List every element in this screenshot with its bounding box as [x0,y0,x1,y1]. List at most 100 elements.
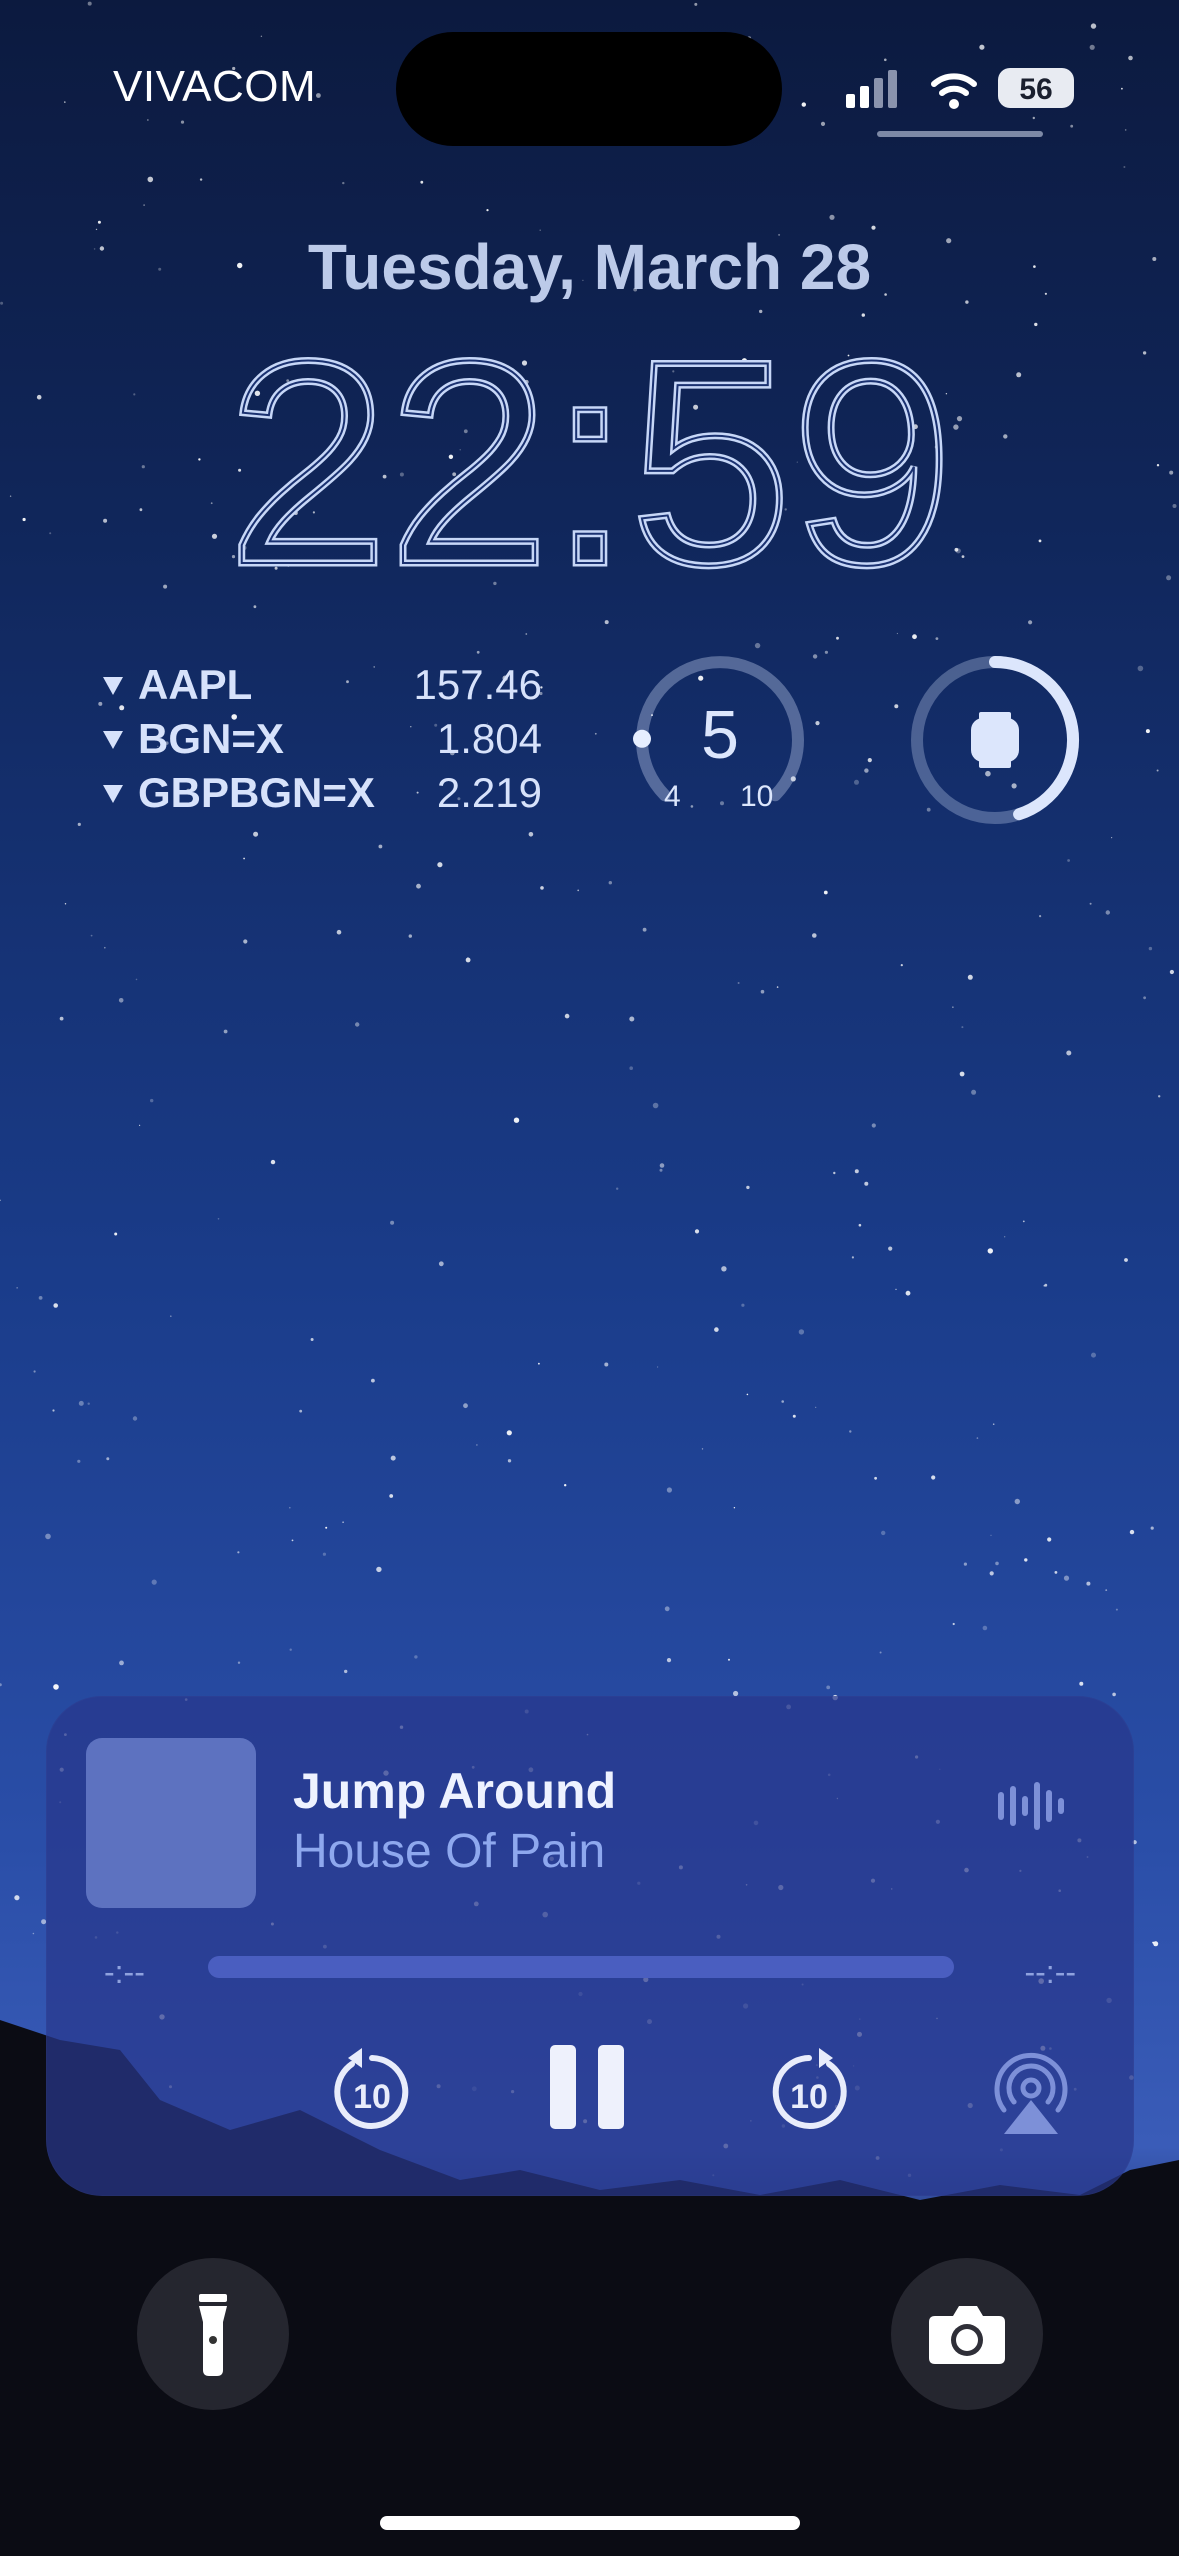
star [198,458,201,461]
stock-row: AAPL 157.46 [102,658,542,712]
camera-button[interactable] [891,2258,1043,2410]
star [390,1220,395,1225]
star [97,220,101,224]
waveform-icon [998,1782,1064,1830]
star [253,831,259,837]
skip-back-button[interactable]: 10 [328,2048,416,2136]
star [836,636,839,640]
star [659,1168,663,1172]
star [289,1648,292,1651]
battery-icon: 56 [998,68,1074,108]
star [1129,1529,1135,1535]
star [976,1437,979,1439]
star [540,886,544,890]
star [971,1089,977,1095]
star [1105,910,1111,915]
star [106,1457,110,1461]
gauge-value: 5 [701,697,739,773]
airplay-icon[interactable] [986,2048,1076,2136]
star [342,1521,344,1523]
star [1123,166,1126,168]
star [989,1571,994,1576]
star [1148,946,1153,951]
star [118,998,124,1003]
star [114,1232,118,1236]
star [77,822,81,827]
star [1066,1050,1072,1056]
battery-percent: 56 [1019,73,1052,106]
star [867,758,872,763]
scrubber-track[interactable] [208,1956,954,1978]
control-center-indicator[interactable] [877,131,1043,137]
star [237,1661,241,1664]
flashlight-icon [199,2294,227,2376]
star [344,1669,348,1674]
star [979,44,985,50]
star [170,1315,172,1317]
pause-button[interactable] [546,2041,628,2133]
star [1086,1581,1091,1586]
star [812,933,817,938]
gauge-min: 4 [664,780,681,813]
home-indicator[interactable] [380,2516,800,2530]
star [143,204,145,206]
star [963,1562,968,1566]
stocks-widget[interactable]: AAPL 157.46 BGN=X 1.804 GBPBGN=X 2.219 [102,658,542,820]
star [604,1362,609,1367]
star [1137,665,1144,672]
star [1039,915,1042,918]
down-triangle-icon [103,785,123,803]
star [1143,996,1146,1000]
star [507,1459,512,1463]
star [781,1400,784,1403]
star [53,1684,59,1690]
star [1169,969,1174,975]
star [564,1484,567,1487]
star [141,465,145,469]
star [851,1256,855,1259]
star [513,1117,520,1123]
remaining-time: --:-- [1024,1954,1076,1990]
flashlight-button[interactable] [137,2258,289,2410]
star [861,313,865,317]
stock-row: GBPBGN=X 2.219 [102,766,542,820]
album-art[interactable] [86,1738,256,1908]
star [408,934,412,938]
stock-value: 1.804 [436,715,542,762]
skip-forward-button[interactable]: 10 [765,2048,853,2136]
star [759,309,763,314]
star [416,883,421,889]
star [525,633,528,635]
star [1158,1095,1161,1098]
star [760,989,765,994]
star [829,214,835,220]
star [1043,1284,1046,1287]
carrier-label: VIVACOM [113,62,317,111]
star [801,102,806,107]
star [1067,859,1070,862]
watch-battery-widget[interactable] [905,650,1085,830]
star [322,1552,326,1556]
star [132,1416,138,1421]
now-playing-card[interactable]: Jump Around House Of Pain -:-- --:-- 10 … [46,1696,1134,2196]
star [325,1526,328,1529]
star [33,1370,36,1373]
star [59,1016,64,1021]
star [629,1016,635,1022]
star [982,1625,988,1631]
star [666,1487,673,1493]
star [1038,539,1042,543]
star [1115,1608,1118,1611]
star [577,889,580,892]
skip-forward-label: 10 [790,2078,828,2116]
star [895,1288,897,1291]
star [854,1169,859,1174]
stock-symbol: GBPBGN=X [138,769,375,816]
star [905,1290,911,1296]
song-title: Jump Around [293,1763,617,1819]
star [894,704,899,709]
star [38,1296,43,1300]
star [14,1895,20,1901]
star [896,632,899,635]
star [389,1494,394,1498]
